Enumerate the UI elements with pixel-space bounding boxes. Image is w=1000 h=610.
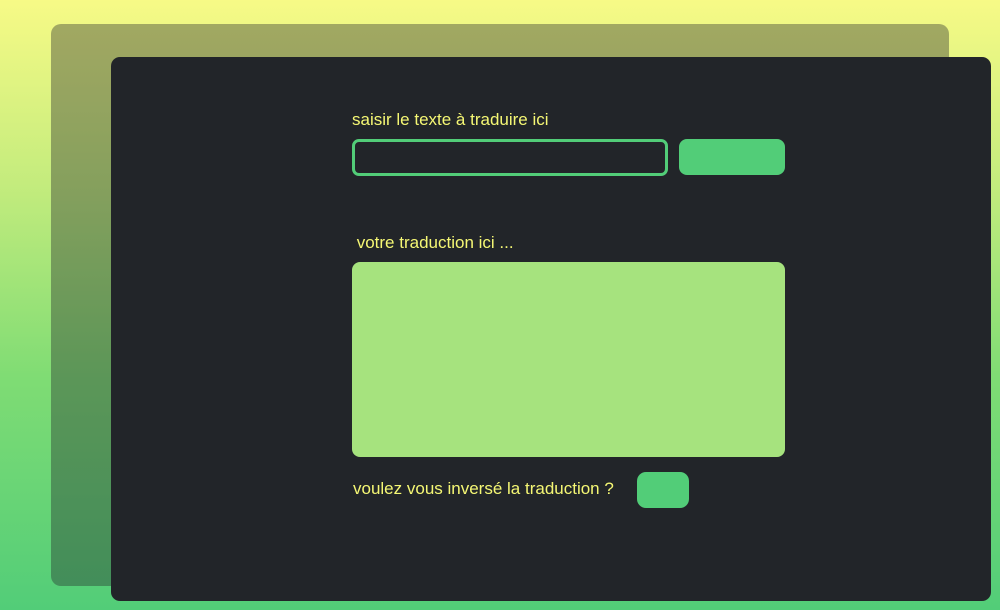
swap-translation-button[interactable] — [637, 472, 689, 508]
text-to-translate-input[interactable] — [352, 139, 668, 176]
input-label: saisir le texte à traduire ici — [352, 110, 549, 129]
output-label: votre traduction ici ... — [352, 233, 514, 252]
translate-button[interactable] — [679, 139, 785, 175]
app-frame: saisir le texte à traduire ici votre tra… — [51, 24, 991, 601]
translation-output — [352, 262, 785, 457]
translator-panel: saisir le texte à traduire ici votre tra… — [111, 57, 991, 601]
swap-question-label: voulez vous inversé la traduction ? — [353, 479, 614, 498]
